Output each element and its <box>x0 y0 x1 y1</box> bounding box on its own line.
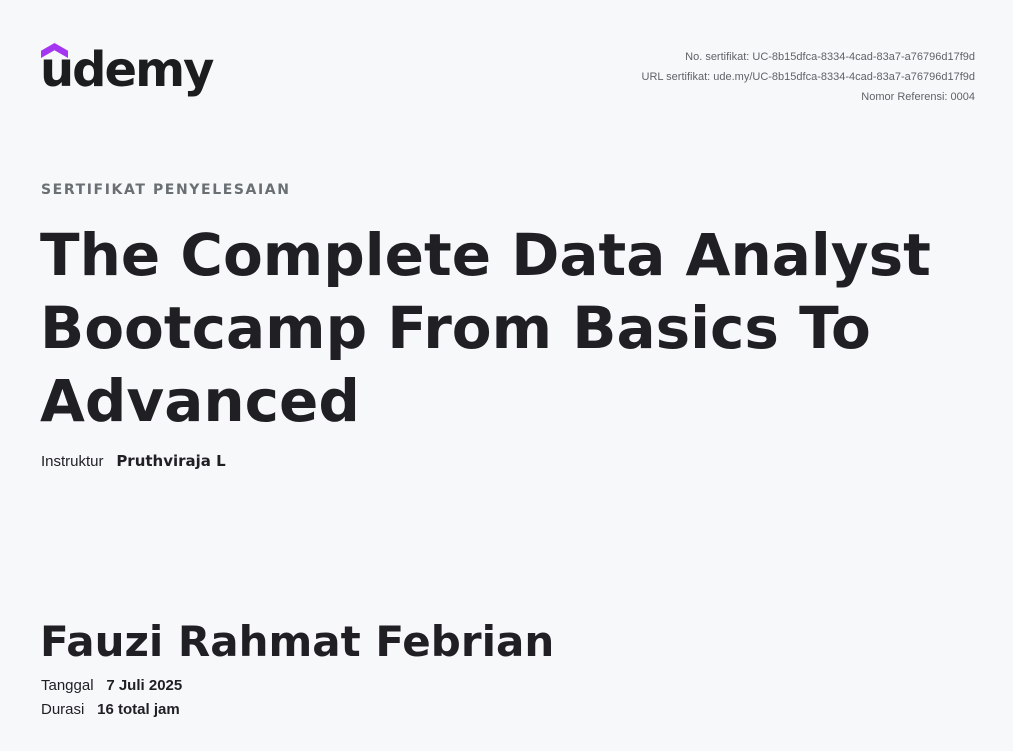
certificate: udemy No. sertifikat: UC-8b15dfca-8334-4… <box>0 0 1013 751</box>
duration-value: 16 total jam <box>97 701 180 718</box>
date-label: Tanggal <box>41 677 94 694</box>
reference-number: Nomor Referensi: 0004 <box>861 91 975 103</box>
udemy-logo-text: udemy <box>40 42 214 98</box>
certificate-meta: No. sertifikat: UC-8b15dfca-8334-4cad-83… <box>642 47 975 107</box>
certificate-kicker: SERTIFIKAT PENYELESAIAN <box>41 182 291 198</box>
instructor-label: Instruktur <box>41 453 104 470</box>
instructor-name: Pruthviraja L <box>116 452 226 470</box>
duration-label: Durasi <box>41 701 85 718</box>
instructor-line: Instruktur Pruthviraja L <box>41 452 226 470</box>
udemy-logo: udemy <box>40 43 215 113</box>
recipient-name: Fauzi Rahmat Febrian <box>40 617 555 666</box>
course-title: The Complete Data Analyst Bootcamp From … <box>40 221 931 435</box>
certificate-url[interactable]: URL sertifikat: ude.my/UC-8b15dfca-8334-… <box>642 67 975 87</box>
date-line: Tanggal 7 Juli 2025 <box>41 676 182 694</box>
duration-line: Durasi 16 total jam <box>41 700 180 718</box>
date-value: 7 Juli 2025 <box>106 677 183 694</box>
certificate-number: No. sertifikat: UC-8b15dfca-8334-4cad-83… <box>685 51 975 63</box>
